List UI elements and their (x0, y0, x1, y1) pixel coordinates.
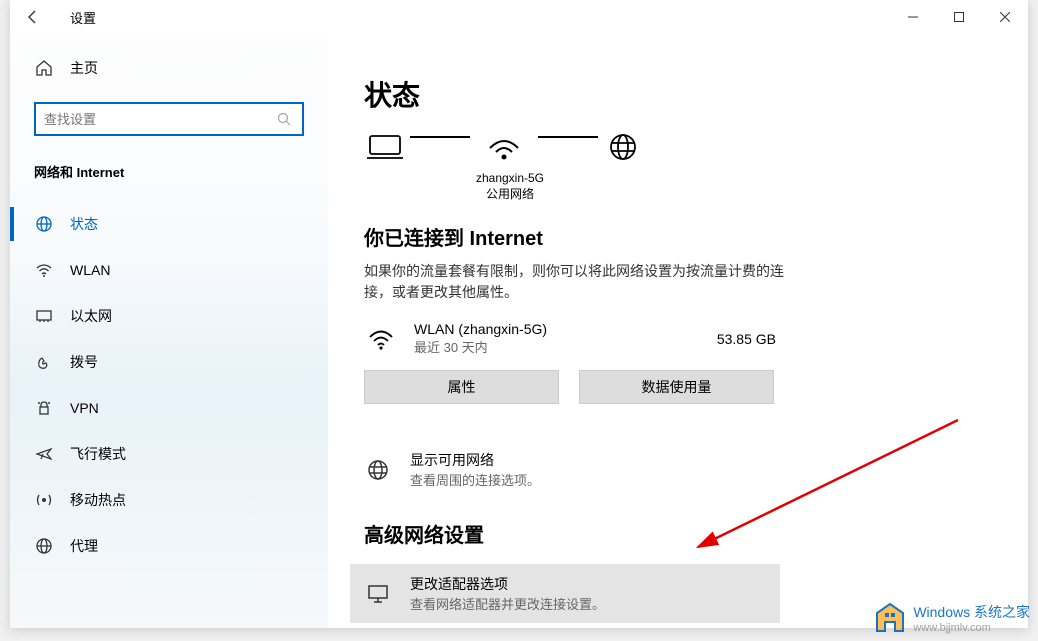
sidebar-item-label: 代理 (70, 536, 98, 556)
sidebar-item-wlan[interactable]: WLAN (10, 247, 328, 293)
adapter-options-link[interactable]: 更改适配器选项 查看网络适配器并更改连接设置。 (350, 564, 780, 623)
watermark-brand: Windows 系统之家 (913, 602, 1030, 622)
watermark-logo-icon (873, 601, 907, 635)
sidebar-item-label: 拨号 (70, 352, 98, 372)
sidebar-item-label: 以太网 (70, 306, 112, 326)
search-input[interactable] (44, 112, 274, 127)
watermark-url: www.bjjmlv.com (913, 622, 1030, 634)
back-button[interactable] (10, 0, 56, 34)
show-networks-title: 显示可用网络 (410, 450, 540, 470)
advanced-heading: 高级网络设置 (364, 519, 992, 548)
sidebar-item-label: 飞行模式 (70, 444, 126, 464)
minimize-button[interactable] (890, 0, 936, 34)
network-caption: zhangxin-5G 公用网络 (364, 170, 656, 202)
network-diagram (364, 130, 992, 164)
globe-icon (602, 130, 644, 164)
wlan-period: 最近 30 天内 (414, 337, 701, 356)
sidebar-item-ethernet[interactable]: 以太网 (10, 293, 328, 339)
proxy-icon (34, 537, 54, 555)
wifi-icon (34, 261, 54, 279)
sidebar-item-proxy[interactable]: 代理 (10, 523, 328, 569)
adapter-desc: 查看网络适配器并更改连接设置。 (410, 594, 605, 613)
network-name: zhangxin-5G (364, 170, 656, 186)
connector-line (538, 136, 598, 138)
home-label: 主页 (70, 58, 98, 78)
sidebar-item-label: WLAN (70, 262, 110, 278)
globe-icon (364, 458, 392, 482)
wifi-node-icon (474, 130, 534, 164)
sidebar-section-label: 网络和 Internet (10, 162, 328, 181)
wlan-name: WLAN (zhangxin-5G) (414, 321, 701, 337)
sidebar-item-status[interactable]: 状态 (10, 201, 328, 247)
network-type: 公用网络 (364, 186, 656, 202)
main-content: 状态 zhangxin-5G 公用网络 你已连接到 Internet 如果 (328, 34, 1028, 628)
status-icon (34, 215, 54, 233)
wlan-usage-row: WLAN (zhangxin-5G) 最近 30 天内 53.85 GB (364, 321, 784, 356)
search-wrap (10, 102, 328, 136)
search-icon (274, 112, 294, 126)
sidebar-item-airplane[interactable]: 飞行模式 (10, 431, 328, 477)
window-controls (890, 0, 1028, 34)
sidebar-item-vpn[interactable]: VPN (10, 385, 328, 431)
titlebar: 设置 (10, 0, 1028, 34)
vpn-icon (34, 399, 54, 417)
hotspot-icon (34, 491, 54, 509)
watermark: Windows 系统之家 www.bjjmlv.com (873, 601, 1030, 635)
device-icon (364, 130, 406, 164)
connected-desc: 如果你的流量套餐有限制，则你可以将此网络设置为按流量计费的连接，或者更改其他属性… (364, 261, 784, 303)
close-button[interactable] (982, 0, 1028, 34)
airplane-icon (34, 445, 54, 463)
connected-heading: 你已连接到 Internet (364, 222, 992, 251)
monitor-icon (364, 582, 392, 606)
close-icon (1000, 12, 1010, 22)
watermark-text: Windows 系统之家 www.bjjmlv.com (913, 602, 1030, 634)
maximize-icon (954, 12, 964, 22)
settings-window: 设置 主页 (10, 0, 1028, 628)
wlan-info: WLAN (zhangxin-5G) 最近 30 天内 (414, 321, 701, 356)
show-networks-desc: 查看周围的连接选项。 (410, 470, 540, 489)
wifi-icon (364, 327, 398, 351)
connector-line (410, 136, 470, 138)
link-text: 显示可用网络 查看周围的连接选项。 (410, 450, 540, 489)
button-row: 属性 数据使用量 (364, 370, 992, 404)
arrow-left-icon (25, 9, 41, 25)
sidebar-item-hotspot[interactable]: 移动热点 (10, 477, 328, 523)
sidebar-item-label: 状态 (70, 214, 98, 234)
ethernet-icon (34, 307, 54, 325)
sidebar-item-label: 移动热点 (70, 490, 126, 510)
link-text: 更改适配器选项 查看网络适配器并更改连接设置。 (410, 574, 605, 613)
sidebar-item-label: VPN (70, 400, 99, 416)
home-button[interactable]: 主页 (10, 52, 328, 84)
body: 主页 网络和 Internet 状态 WLAN (10, 34, 1028, 628)
home-icon (34, 59, 54, 77)
dialup-icon (34, 353, 54, 371)
minimize-icon (908, 12, 918, 22)
page-title: 状态 (364, 74, 992, 114)
search-box[interactable] (34, 102, 304, 136)
maximize-button[interactable] (936, 0, 982, 34)
adapter-title: 更改适配器选项 (410, 574, 605, 594)
window-title: 设置 (70, 8, 96, 27)
show-networks-link[interactable]: 显示可用网络 查看周围的连接选项。 (350, 440, 992, 499)
properties-button[interactable]: 属性 (364, 370, 559, 404)
data-usage-button[interactable]: 数据使用量 (579, 370, 774, 404)
sidebar: 主页 网络和 Internet 状态 WLAN (10, 34, 328, 628)
wlan-usage-amount: 53.85 GB (717, 331, 776, 347)
sidebar-item-dialup[interactable]: 拨号 (10, 339, 328, 385)
sidebar-nav: 状态 WLAN 以太网 拨号 VPN (10, 201, 328, 569)
